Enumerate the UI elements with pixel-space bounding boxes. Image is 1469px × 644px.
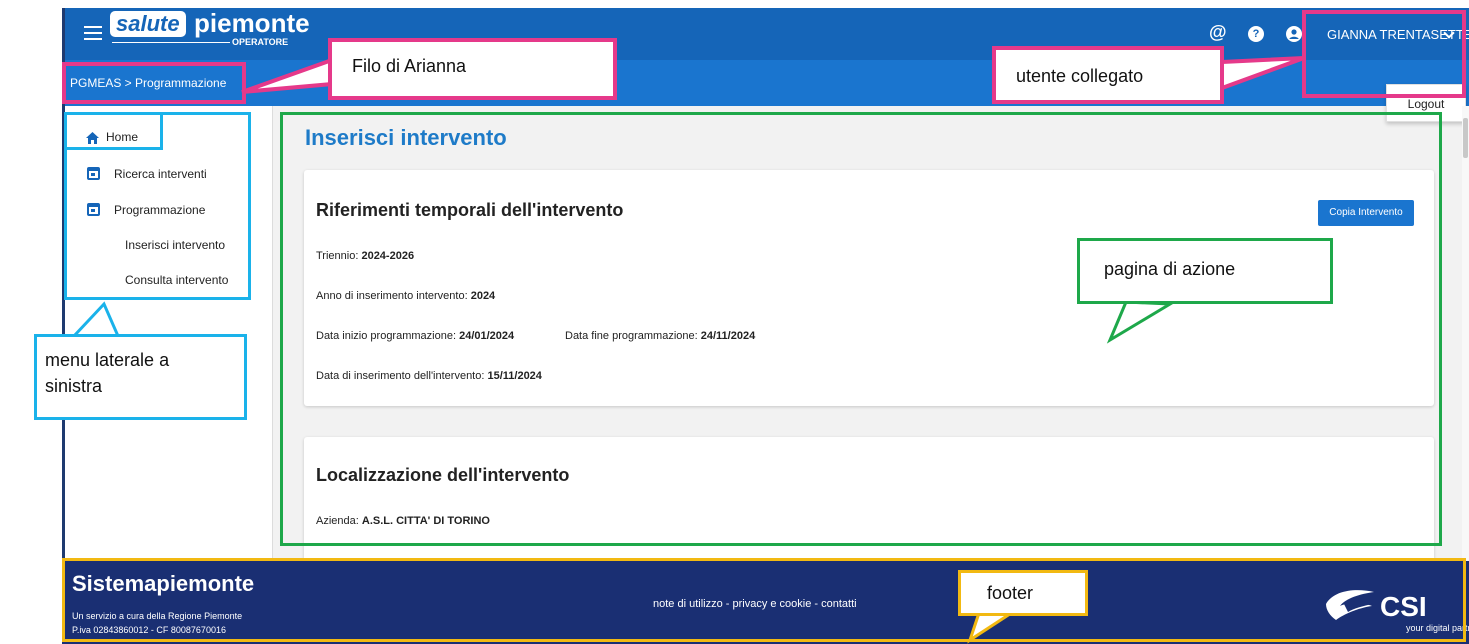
annotation-callout-footer: footer bbox=[958, 570, 1088, 616]
annotation-callout-filo: Filo di Arianna bbox=[328, 38, 617, 100]
annotation-pointer-pagina bbox=[1106, 300, 1176, 344]
vertical-scrollbar[interactable] bbox=[1462, 106, 1469, 561]
at-icon[interactable]: @ bbox=[1209, 22, 1227, 43]
annotation-box-user bbox=[1302, 10, 1466, 98]
logo-salute: salute bbox=[110, 11, 186, 37]
annotation-menu-line1: menu laterale a bbox=[45, 350, 170, 370]
annotation-box-breadcrumb bbox=[62, 62, 246, 104]
annotation-pointer-filo bbox=[241, 57, 334, 94]
logo-piemonte: piemonte bbox=[194, 8, 310, 38]
annotation-callout-utente: utente collegato bbox=[992, 46, 1224, 104]
annotation-box-home bbox=[64, 112, 163, 150]
annotation-pointer-utente bbox=[1220, 56, 1305, 91]
annotation-callout-menu: menu laterale a sinistra bbox=[34, 334, 247, 420]
user-icon bbox=[1286, 26, 1302, 42]
scrollbar-thumb[interactable] bbox=[1463, 118, 1468, 158]
logo-underline bbox=[112, 42, 230, 43]
annotation-box-footer bbox=[62, 558, 1466, 642]
logo-operatore: OPERATORE bbox=[232, 37, 289, 47]
annotation-callout-pagina: pagina di azione bbox=[1077, 238, 1333, 304]
annotation-box-main bbox=[280, 112, 1442, 546]
help-icon[interactable]: ? bbox=[1248, 26, 1264, 42]
annotation-menu-line2: sinistra bbox=[45, 376, 103, 396]
menu-icon[interactable] bbox=[84, 26, 102, 40]
